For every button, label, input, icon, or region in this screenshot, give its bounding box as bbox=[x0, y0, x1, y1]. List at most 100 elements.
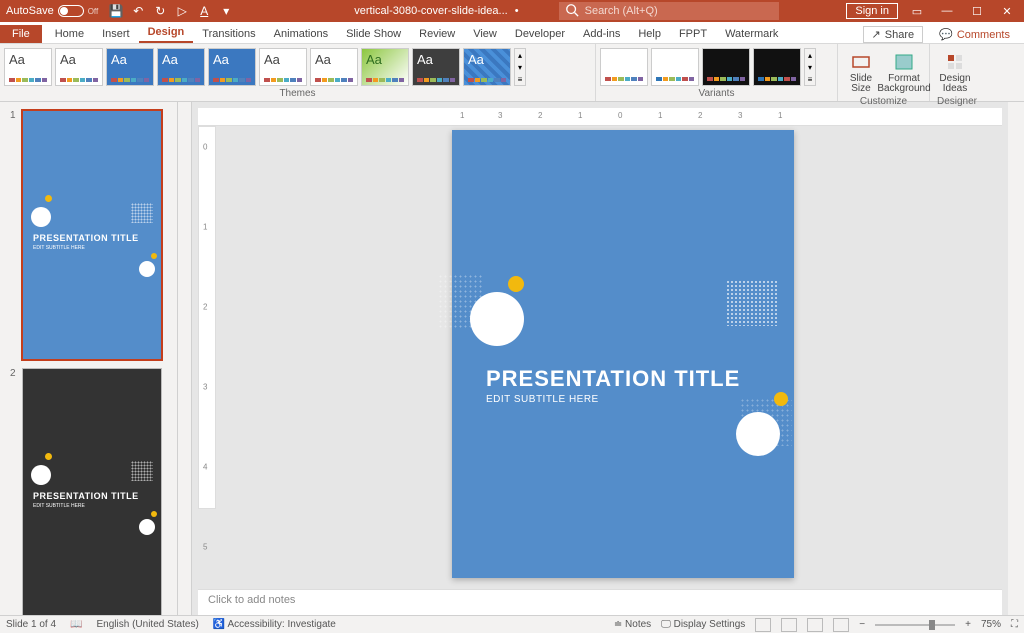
design-ideas-icon bbox=[945, 52, 965, 72]
design-ideas-button[interactable]: Design Ideas bbox=[934, 48, 976, 96]
search-input[interactable]: Search (Alt+Q) bbox=[559, 2, 779, 20]
comments-button[interactable]: 💬 Comments bbox=[931, 26, 1018, 43]
tab-watermark[interactable]: Watermark bbox=[716, 25, 787, 43]
tab-file[interactable]: File bbox=[0, 25, 42, 43]
tab-animations[interactable]: Animations bbox=[265, 25, 337, 43]
tab-addins[interactable]: Add-ins bbox=[574, 25, 629, 43]
tab-slideshow[interactable]: Slide Show bbox=[337, 25, 410, 43]
theme-tile[interactable]: Aa bbox=[463, 48, 511, 86]
search-icon bbox=[565, 3, 579, 20]
tab-review[interactable]: Review bbox=[410, 25, 464, 43]
decor-circle-icon bbox=[470, 292, 524, 346]
theme-tile[interactable]: Aa bbox=[412, 48, 460, 86]
themes-gallery[interactable]: Aa Aa Aa Aa Aa Aa Aa Aa Aa Aa ▴▾≡ bbox=[4, 46, 591, 86]
slideshow-view-icon[interactable] bbox=[833, 618, 849, 632]
editor-scrollbar[interactable] bbox=[1008, 102, 1024, 615]
zoom-slider[interactable] bbox=[875, 624, 955, 626]
accessibility-icon: ♿ bbox=[213, 619, 225, 630]
notes-pane[interactable]: Click to add notes bbox=[198, 589, 1002, 615]
variant-tile[interactable] bbox=[651, 48, 699, 86]
format-bg-icon bbox=[894, 52, 914, 72]
normal-view-icon[interactable] bbox=[755, 618, 771, 632]
close-icon[interactable]: ✕ bbox=[996, 2, 1018, 20]
thumb-number: 2 bbox=[10, 368, 18, 615]
save-icon[interactable]: 💾 bbox=[108, 3, 124, 19]
accessibility-status[interactable]: ♿ Accessibility: Investigate bbox=[213, 619, 336, 630]
tab-fppt[interactable]: FPPT bbox=[670, 25, 716, 43]
autosave-state: Off bbox=[88, 7, 99, 16]
sign-in-button[interactable]: Sign in bbox=[846, 3, 898, 19]
slide-position[interactable]: Slide 1 of 4 bbox=[6, 619, 56, 630]
workspace: 1 PRESENTATION TITLE EDIT SUBTITLE HERE … bbox=[0, 102, 1024, 615]
toggle-icon bbox=[58, 5, 84, 17]
decor-circle-icon bbox=[736, 412, 780, 456]
notes-placeholder: Click to add notes bbox=[208, 594, 295, 606]
language-status[interactable]: English (United States) bbox=[97, 619, 199, 630]
slide-size-icon bbox=[851, 52, 871, 72]
slide-title-placeholder[interactable]: PRESENTATION TITLE bbox=[486, 366, 740, 392]
thumbnails-scrollbar[interactable] bbox=[178, 102, 192, 615]
document-name[interactable]: vertical-3080-cover-slide-idea... • bbox=[354, 5, 518, 17]
variant-tile[interactable] bbox=[702, 48, 750, 86]
notes-button[interactable]: ≐ Notes bbox=[614, 619, 651, 630]
status-bar: Slide 1 of 4 📖 English (United States) ♿… bbox=[0, 615, 1024, 633]
theme-tile[interactable]: Aa bbox=[55, 48, 103, 86]
slide-canvas-area[interactable]: 0 1 2 3 4 5 PRESENTATION TITLE EDIT SUBT… bbox=[192, 126, 1008, 589]
undo-icon[interactable]: ↶ bbox=[130, 3, 146, 19]
slide-thumbnail-2[interactable]: PRESENTATION TITLE EDIT SUBTITLE HERE bbox=[22, 368, 162, 615]
theme-tile[interactable]: Aa bbox=[361, 48, 409, 86]
format-background-button[interactable]: Format Background bbox=[883, 48, 925, 96]
qat-more-icon[interactable]: ▾ bbox=[218, 3, 234, 19]
minimize-icon[interactable]: — bbox=[936, 2, 958, 20]
theme-tile[interactable]: Aa bbox=[157, 48, 205, 86]
autosave-toggle[interactable]: AutoSave Off bbox=[6, 5, 98, 17]
themes-more-icon[interactable]: ▴▾≡ bbox=[514, 48, 526, 86]
slide-subtitle-placeholder[interactable]: EDIT SUBTITLE HERE bbox=[486, 394, 599, 405]
font-color-icon[interactable]: A bbox=[196, 3, 212, 19]
share-button[interactable]: ↗ Share bbox=[863, 26, 924, 43]
variant-tile[interactable] bbox=[753, 48, 801, 86]
theme-tile[interactable]: Aa bbox=[259, 48, 307, 86]
tab-view[interactable]: View bbox=[464, 25, 506, 43]
display-settings-button[interactable]: 🖵 Display Settings bbox=[661, 619, 745, 630]
theme-tile[interactable]: Aa bbox=[208, 48, 256, 86]
thumb-number: 1 bbox=[10, 110, 18, 360]
theme-tile[interactable]: Aa bbox=[106, 48, 154, 86]
tab-developer[interactable]: Developer bbox=[506, 25, 574, 43]
theme-tile[interactable]: Aa bbox=[310, 48, 358, 86]
tab-insert[interactable]: Insert bbox=[93, 25, 139, 43]
tab-home[interactable]: Home bbox=[46, 25, 93, 43]
fit-to-window-icon[interactable]: ⛶ bbox=[1011, 619, 1018, 630]
variant-tile[interactable] bbox=[600, 48, 648, 86]
zoom-value[interactable]: 75% bbox=[981, 619, 1001, 630]
theme-tile[interactable]: Aa bbox=[4, 48, 52, 86]
vertical-ruler[interactable]: 0 1 2 3 4 5 bbox=[198, 126, 216, 509]
sorter-view-icon[interactable] bbox=[781, 618, 797, 632]
variants-more-icon[interactable]: ▴▾≡ bbox=[804, 48, 816, 86]
tab-transitions[interactable]: Transitions bbox=[193, 25, 264, 43]
ribbon-design: Aa Aa Aa Aa Aa Aa Aa Aa Aa Aa ▴▾≡ Themes… bbox=[0, 44, 1024, 102]
search-placeholder: Search (Alt+Q) bbox=[585, 5, 658, 17]
variants-gallery[interactable]: ▴▾≡ bbox=[600, 46, 833, 86]
maximize-icon[interactable]: ☐ bbox=[966, 2, 988, 20]
current-slide[interactable]: PRESENTATION TITLE EDIT SUBTITLE HERE bbox=[452, 130, 794, 578]
slide-thumbnail-1[interactable]: PRESENTATION TITLE EDIT SUBTITLE HERE bbox=[22, 110, 162, 360]
zoom-out-icon[interactable]: − bbox=[859, 619, 865, 630]
redo-icon[interactable]: ↻ bbox=[152, 3, 168, 19]
horizontal-ruler[interactable]: 1 3 2 1 0 1 2 3 1 bbox=[198, 108, 1002, 126]
comment-icon: 💬 bbox=[939, 28, 953, 41]
ribbon-display-icon[interactable]: ▭ bbox=[906, 2, 928, 20]
share-icon: ↗ bbox=[872, 28, 881, 41]
tab-help[interactable]: Help bbox=[629, 25, 670, 43]
quick-access-toolbar: 💾 ↶ ↻ ▷ A ▾ bbox=[108, 3, 234, 19]
decor-circle-icon bbox=[508, 276, 524, 292]
slide-editor: 1 3 2 1 0 1 2 3 1 0 1 2 3 4 5 bbox=[192, 102, 1008, 615]
zoom-in-icon[interactable]: + bbox=[965, 619, 971, 630]
spell-check-icon[interactable]: 📖 bbox=[70, 619, 82, 630]
slide-thumbnails-panel: 1 PRESENTATION TITLE EDIT SUBTITLE HERE … bbox=[0, 102, 178, 615]
tab-design[interactable]: Design bbox=[139, 23, 194, 43]
decor-dots-icon bbox=[726, 280, 778, 326]
start-show-icon[interactable]: ▷ bbox=[174, 3, 190, 19]
slide-size-button[interactable]: Slide Size bbox=[842, 48, 880, 96]
reading-view-icon[interactable] bbox=[807, 618, 823, 632]
